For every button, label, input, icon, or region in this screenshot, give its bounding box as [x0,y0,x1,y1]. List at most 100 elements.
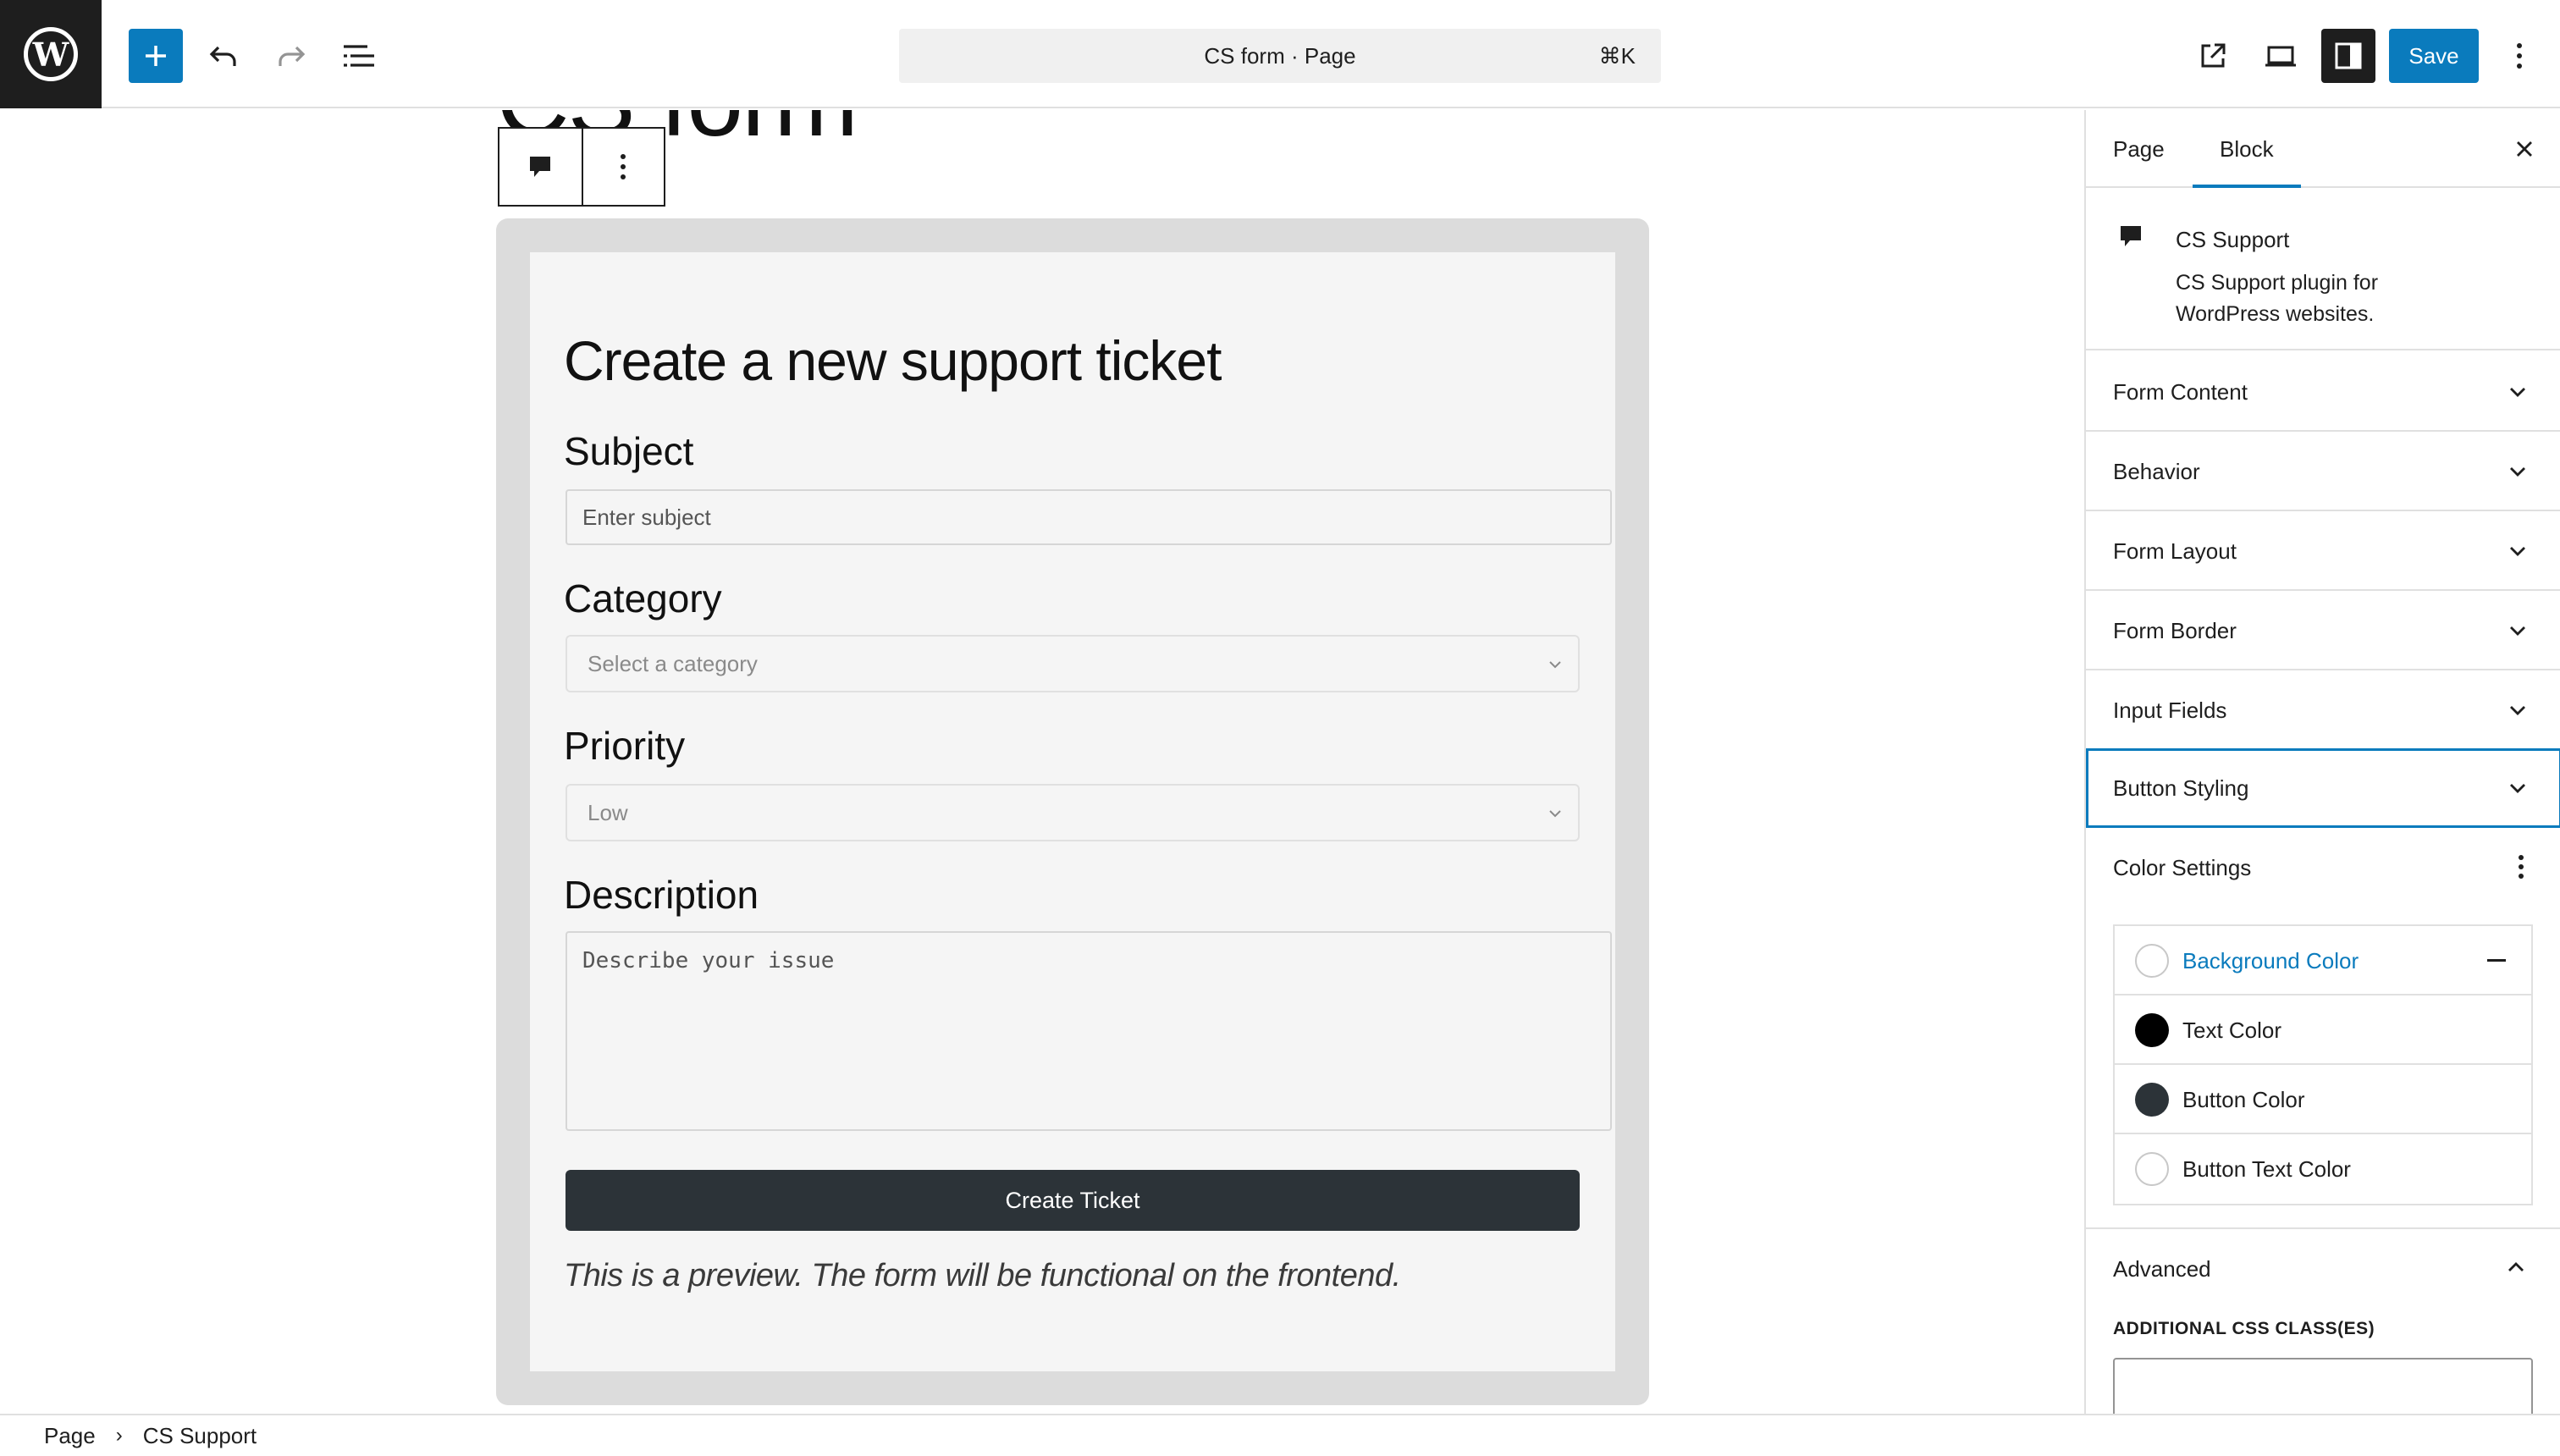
panel-title: Form Content [2113,379,2248,405]
block-options-button[interactable] [581,129,664,205]
add-block-button[interactable] [129,29,183,83]
color-swatch [2135,1152,2169,1186]
editor-header: W CS form · Page ⌘K Save [0,0,2560,108]
document-overview-icon [344,45,374,67]
close-icon [2517,141,2532,157]
undo-icon [209,46,236,66]
panel-behavior[interactable]: Behavior [2086,432,2560,511]
priority-label: Priority [564,724,686,768]
category-select[interactable]: Select a category [566,635,1580,692]
form-heading: Create a new support ticket [564,329,1222,392]
options-button[interactable] [2492,29,2546,83]
color-settings-options-button[interactable] [2518,853,2524,885]
divider [2086,1227,2560,1229]
color-settings-list: Background Color Text Color Button Color… [2113,924,2533,1205]
subject-label: Subject [564,429,694,473]
color-item-button[interactable]: Button Color [2115,1065,2531,1134]
priority-select-value: Low [588,799,628,825]
tab-page[interactable]: Page [2113,110,2165,188]
minus-icon [2487,959,2506,962]
external-preview-icon [2201,43,2226,68]
panel-title: Behavior [2113,459,2200,484]
block-type-button[interactable] [499,129,582,205]
chevron-down-icon [2510,467,2525,477]
color-item-background[interactable]: Background Color [2115,926,2531,995]
cs-support-block[interactable]: Create a new support ticket Subject Ente… [496,218,1649,1405]
panel-input-fields[interactable]: Input Fields [2086,670,2560,750]
document-overview-button[interactable] [332,29,386,83]
color-item-label: Text Color [2182,1018,2282,1043]
color-swatch [2135,944,2169,978]
priority-select[interactable]: Low [566,784,1580,841]
additional-css-label: ADDITIONAL CSS CLASS(ES) [2113,1319,2375,1338]
chevron-right-icon: › [115,1424,123,1447]
chevron-down-icon [2510,626,2525,636]
block-breadcrumb: Page › CS Support [0,1414,2560,1456]
color-settings-title: Color Settings [2113,855,2252,880]
options-icon [2519,855,2524,879]
block-toolbar [498,127,665,207]
chevron-down-icon [2510,388,2525,397]
category-select-value: Select a category [588,650,758,676]
device-preview-icon [2265,46,2296,67]
description-textarea[interactable]: Describe your issue [566,931,1612,1131]
breadcrumb-cs-support[interactable]: CS Support [143,1423,257,1449]
subject-input[interactable]: Enter subject [566,489,1612,545]
color-item-button-text[interactable]: Button Text Color [2115,1134,2531,1204]
block-card: CS Support CS Support plugin for WordPre… [2086,190,2560,350]
redo-icon [279,46,306,66]
color-item-label: Button Text Color [2182,1156,2351,1182]
close-sidebar-button[interactable] [2509,134,2540,164]
panel-title: Input Fields [2113,698,2227,723]
panel-form-content[interactable]: Form Content [2086,352,2560,432]
settings-sidebar-icon [2335,42,2362,69]
chevron-down-icon [2510,784,2525,793]
tab-block[interactable]: Block [2193,110,2301,188]
shortcut-hint: ⌘K [1598,43,1636,69]
description-label: Description [564,873,759,917]
color-swatch [2135,1083,2169,1117]
color-item-label: Background Color [2182,948,2359,973]
plus-icon [146,46,166,66]
panel-title: Form Layout [2113,538,2237,564]
wordpress-logo-icon: W [24,27,78,81]
sidebar-tabs: Page Block [2086,110,2560,188]
device-preview-button[interactable] [2254,29,2308,83]
panel-button-styling[interactable]: Button Styling [2086,748,2560,828]
save-button[interactable]: Save [2389,29,2479,83]
chevron-down-icon [2510,706,2525,715]
category-label: Category [564,576,722,620]
panel-form-border[interactable]: Form Border [2086,591,2560,670]
chevron-down-icon [1549,661,1561,669]
view-page-button[interactable] [2186,29,2240,83]
panel-form-layout[interactable]: Form Layout [2086,511,2560,591]
create-ticket-button[interactable]: Create Ticket [566,1170,1580,1231]
color-item-label: Button Color [2182,1087,2305,1112]
support-form-preview: Create a new support ticket Subject Ente… [530,252,1615,1371]
command-palette-button[interactable]: CS form · Page ⌘K [899,29,1661,83]
chevron-down-icon [2510,547,2525,556]
preview-note: This is a preview. The form will be func… [564,1258,1401,1293]
undo-button[interactable] [196,29,251,83]
cs-support-block-icon [530,157,551,177]
block-card-description: CS Support plugin for WordPress websites… [2176,271,2379,326]
panel-title: Form Border [2113,618,2237,643]
panel-title: Button Styling [2113,775,2249,801]
chevron-down-icon [1549,810,1561,818]
block-card-title: CS Support [2176,227,2290,252]
settings-toggle-button[interactable] [2321,29,2375,83]
options-icon [2517,43,2522,69]
document-title: CS form · Page [1204,42,1356,69]
settings-sidebar: Page Block CS Support CS Support plugin … [2084,110,2560,1414]
redo-button[interactable] [264,29,318,83]
color-item-text[interactable]: Text Color [2115,995,2531,1065]
color-swatch [2135,1013,2169,1047]
wordpress-logo-button[interactable]: W [0,0,102,108]
additional-css-input[interactable] [2113,1358,2533,1414]
advanced-panel-title[interactable]: Advanced [2113,1256,2211,1282]
editor-canvas: CS form Create a new support ticket Subj… [0,110,2084,1414]
breadcrumb-page[interactable]: Page [44,1423,96,1449]
block-options-icon [621,154,626,179]
chevron-up-icon[interactable] [2506,1258,2526,1277]
cs-support-block-icon [2121,226,2141,246]
